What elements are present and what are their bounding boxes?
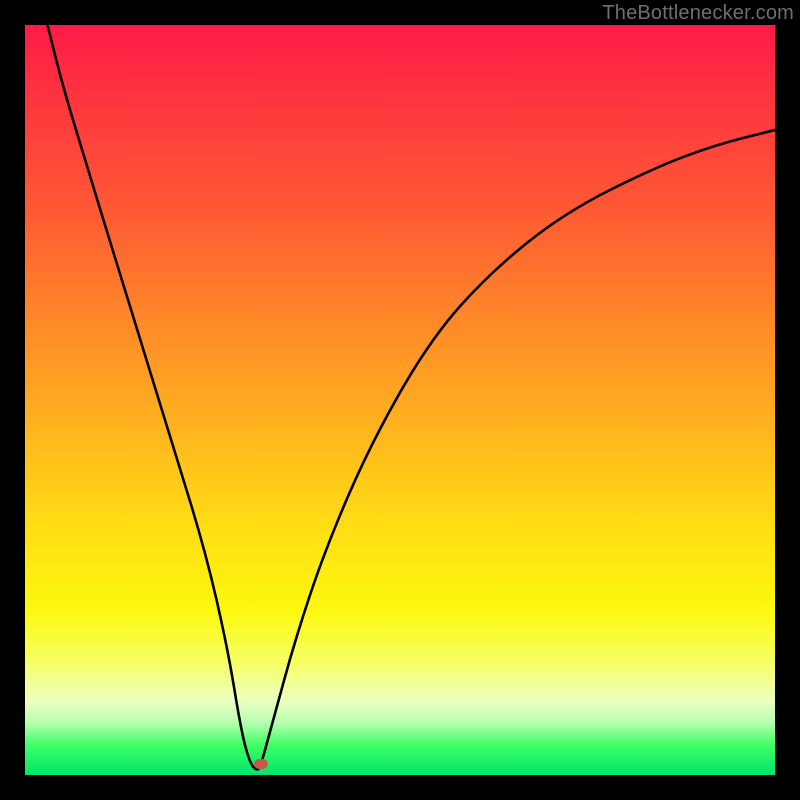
chart-frame: TheBottlenecker.com (0, 0, 800, 800)
watermark-text: TheBottlenecker.com (602, 2, 794, 25)
bottleneck-curve (25, 25, 775, 775)
optimal-point-marker (254, 759, 268, 769)
plot-area (25, 25, 775, 775)
